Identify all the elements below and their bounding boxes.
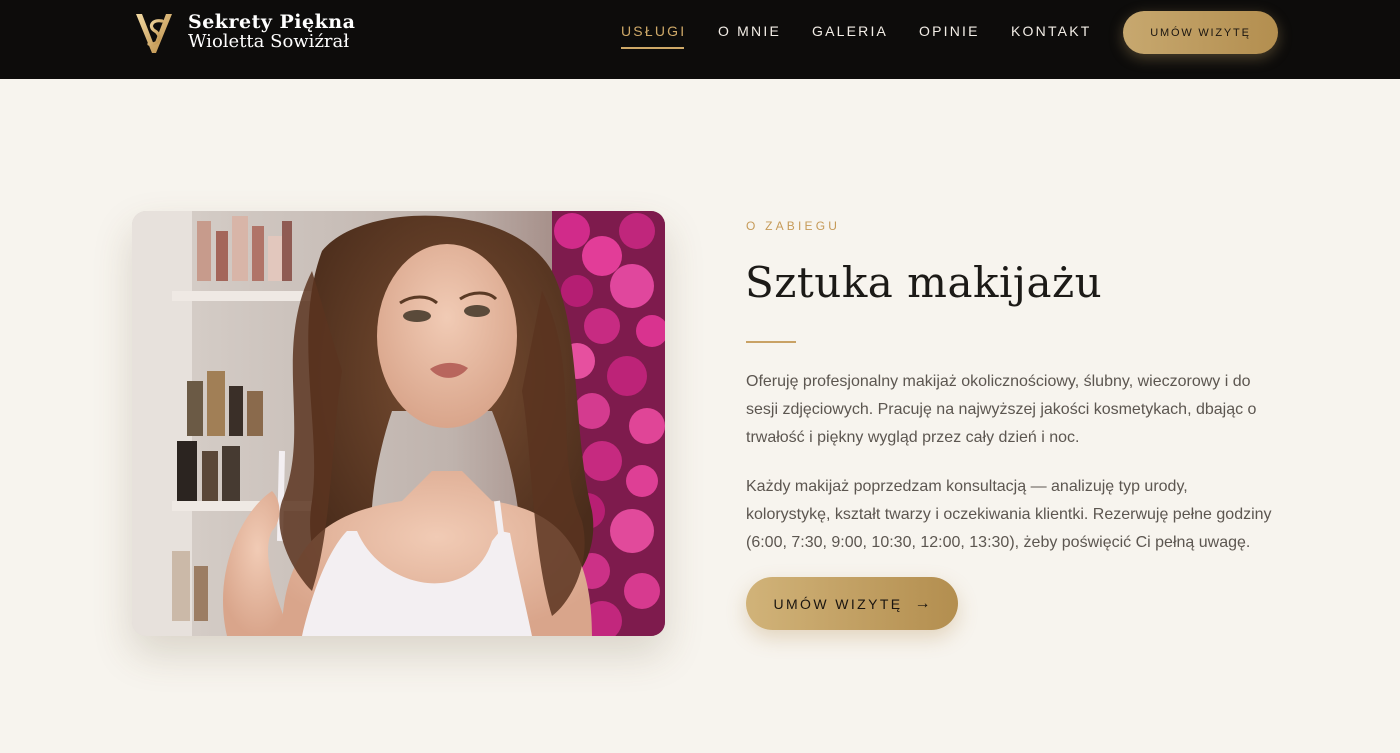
nav-item-label: OPINIE	[919, 23, 980, 39]
section-eyebrow: O ZABIEGU	[746, 219, 841, 233]
header-cta-label: UMÓW WIZYTĘ	[1150, 26, 1251, 39]
description-paragraph-2: Każdy makijaż poprzedzam konsultacją — a…	[746, 478, 1272, 551]
brand-line1: Sekrety Piękna	[188, 11, 356, 33]
active-nav-underline	[621, 47, 685, 49]
nav-item-galeria[interactable]: GALERIA	[812, 23, 888, 39]
nav-item-label: GALERIA	[812, 23, 889, 39]
nav-item-opinie[interactable]: OPINIE	[919, 23, 980, 39]
nav-item-o-mnie[interactable]: O MNIE	[718, 23, 781, 39]
arrow-right-icon: →	[914, 594, 931, 612]
nav-item-kontakt[interactable]: KONTAKT	[1011, 23, 1091, 39]
nav-item-label: USŁUGI	[621, 23, 687, 39]
description-paragraph-1: Oferuję profesjonalny makijaż okolicznoś…	[746, 373, 1257, 446]
brand-name[interactable]: Sekrety Piękna Wioletta Sowiźrał	[188, 12, 355, 52]
makeup-portrait-photo	[132, 211, 665, 636]
nav-item-uslugi[interactable]: USŁUGI	[621, 23, 687, 49]
brand-line2: Wioletta Sowiźrał	[188, 31, 350, 52]
site-header: Sekrety Piękna Wioletta Sowiźrał USŁUGI …	[0, 0, 1400, 79]
nav-item-label: O MNIE	[718, 23, 781, 39]
book-appointment-button[interactable]: UMÓW WIZYTĘ →	[746, 577, 958, 630]
nav-item-label: KONTAKT	[1011, 23, 1092, 39]
monogram-logo-icon[interactable]	[134, 11, 174, 55]
section-title: Sztuka makijażu	[745, 258, 1103, 307]
title-divider	[746, 341, 796, 343]
cta-label: UMÓW WIZYTĘ	[773, 595, 903, 612]
header-book-appointment-button[interactable]: UMÓW WIZYTĘ	[1123, 11, 1278, 54]
